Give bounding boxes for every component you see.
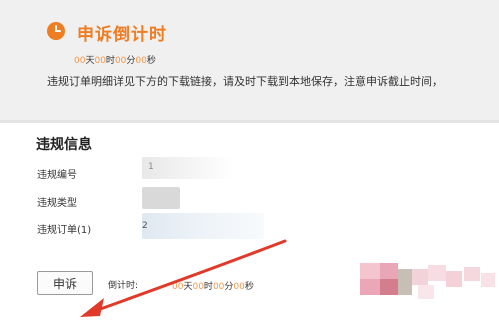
violation-id-label: 违规编号 — [37, 170, 77, 181]
download-notice: 违规订单明细详见下方的下载链接，请及时下载到本地保存，注意申诉截止时间， — [47, 75, 443, 88]
violation-id-value-redacted: 1 — [142, 157, 234, 179]
countdown-hours: 00 — [94, 56, 106, 66]
appeal-button[interactable]: 申诉 — [37, 271, 93, 295]
countdown-seconds: 00 — [135, 56, 147, 66]
countdown-title: 申诉倒计时 — [77, 25, 167, 45]
clock-icon — [47, 22, 65, 40]
violation-order-label: 违规订单(1) — [37, 225, 92, 236]
bottom-minutes: 00 — [212, 282, 225, 292]
redacted-pixel-area — [360, 263, 499, 308]
bottom-countdown-label: 倒计时: — [108, 281, 139, 291]
violation-info-title: 违规信息 — [36, 137, 92, 153]
bottom-days: 00 — [172, 282, 184, 292]
bottom-hours: 00 — [192, 282, 204, 292]
section-divider — [0, 120, 499, 123]
countdown-days: 00 — [74, 56, 86, 66]
bottom-seconds-unit: 秒 — [244, 282, 254, 292]
bottom-seconds: 00 — [233, 282, 245, 292]
countdown-timer: 00天00时00分00秒 — [74, 53, 156, 66]
violation-type-label: 违规类型 — [37, 198, 77, 209]
bottom-hours-unit: 时 — [203, 282, 213, 292]
bottom-countdown-timer: 00天00时00分00秒 — [172, 279, 254, 292]
violation-id-value: 1 — [148, 162, 154, 172]
seconds-unit: 秒 — [146, 56, 156, 66]
violation-type-value-redacted — [142, 187, 180, 209]
violation-order-value: 2 — [142, 221, 148, 231]
violation-order-value-redacted[interactable]: 2 — [142, 213, 264, 239]
hours-unit: 时 — [105, 56, 115, 66]
countdown-minutes: 00 — [114, 56, 127, 66]
